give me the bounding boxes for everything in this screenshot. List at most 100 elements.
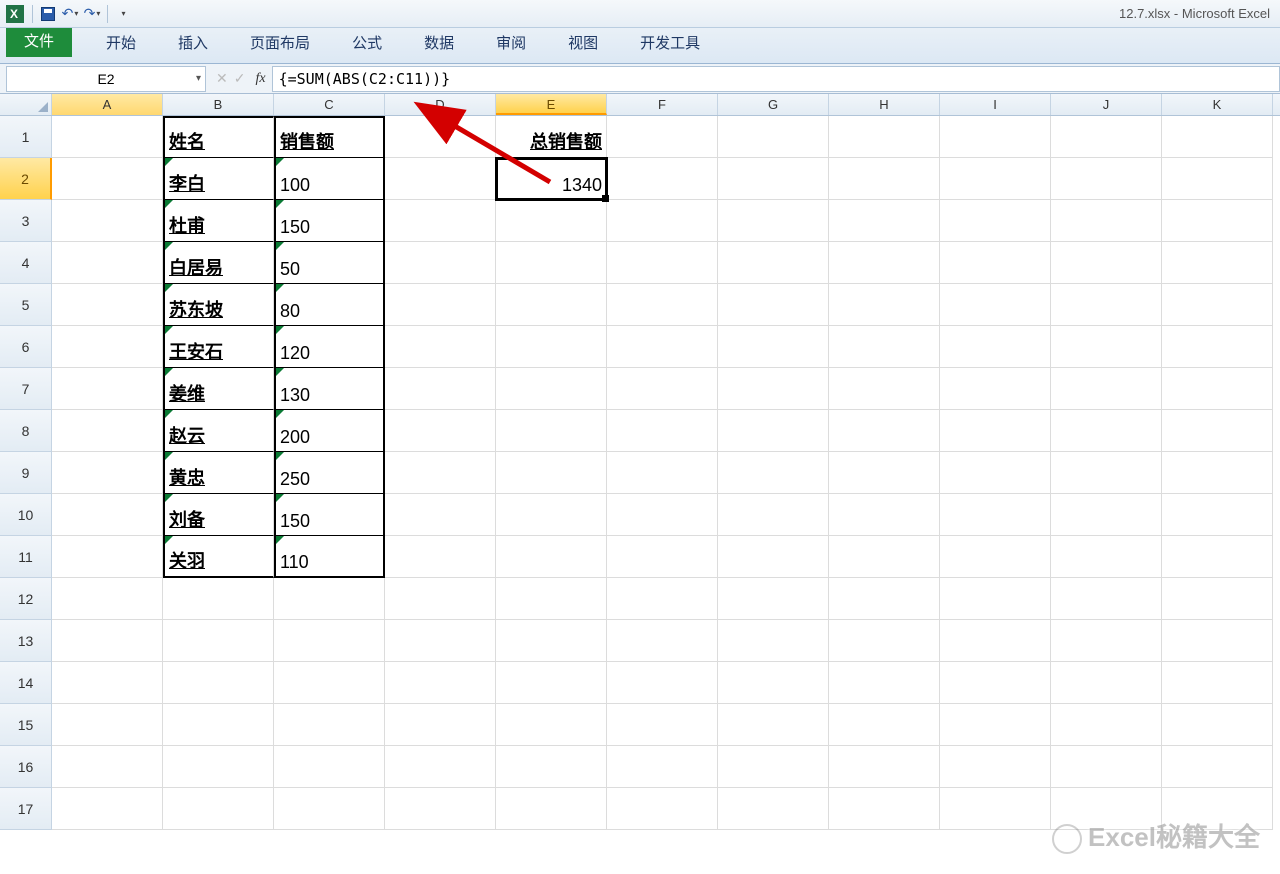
cell[interactable]: 王安石 xyxy=(163,326,274,368)
cell[interactable] xyxy=(52,242,163,284)
cell[interactable] xyxy=(1162,326,1273,368)
cell[interactable] xyxy=(829,242,940,284)
cell[interactable]: 1340 xyxy=(496,158,607,200)
cell[interactable] xyxy=(52,536,163,578)
row-header[interactable]: 13 xyxy=(0,620,52,662)
cell[interactable] xyxy=(718,536,829,578)
cell[interactable] xyxy=(607,158,718,200)
cell[interactable] xyxy=(940,410,1051,452)
cell[interactable] xyxy=(829,494,940,536)
accept-formula-icon[interactable]: ✓ xyxy=(234,70,246,87)
tab-insert[interactable]: 插入 xyxy=(170,28,216,57)
row-header[interactable]: 12 xyxy=(0,578,52,620)
cell[interactable]: 250 xyxy=(274,452,385,494)
cell[interactable] xyxy=(1051,452,1162,494)
cell[interactable] xyxy=(829,284,940,326)
cell[interactable] xyxy=(274,578,385,620)
cell[interactable] xyxy=(52,452,163,494)
cell[interactable] xyxy=(718,200,829,242)
cell[interactable] xyxy=(1162,116,1273,158)
cell[interactable] xyxy=(829,368,940,410)
cell[interactable] xyxy=(496,662,607,704)
col-header-B[interactable]: B xyxy=(163,94,274,115)
cell[interactable] xyxy=(274,746,385,788)
cell[interactable] xyxy=(1051,704,1162,746)
row-header[interactable]: 3 xyxy=(0,200,52,242)
cell[interactable] xyxy=(718,242,829,284)
cell[interactable] xyxy=(718,116,829,158)
cell[interactable] xyxy=(829,746,940,788)
cell[interactable] xyxy=(829,200,940,242)
cell[interactable] xyxy=(52,578,163,620)
cell[interactable] xyxy=(829,116,940,158)
cell[interactable] xyxy=(496,242,607,284)
cell[interactable] xyxy=(496,452,607,494)
cell[interactable] xyxy=(607,116,718,158)
cell[interactable] xyxy=(52,662,163,704)
row-header[interactable]: 2 xyxy=(0,158,52,200)
cell[interactable] xyxy=(1162,746,1273,788)
cell[interactable] xyxy=(52,620,163,662)
cell[interactable] xyxy=(829,536,940,578)
cell[interactable]: 关羽 xyxy=(163,536,274,578)
cell[interactable] xyxy=(940,326,1051,368)
cell[interactable] xyxy=(940,242,1051,284)
cell[interactable] xyxy=(940,704,1051,746)
cell[interactable] xyxy=(829,788,940,830)
cell[interactable]: 50 xyxy=(274,242,385,284)
cell[interactable] xyxy=(940,578,1051,620)
tab-developer[interactable]: 开发工具 xyxy=(632,28,708,57)
cell[interactable] xyxy=(1051,494,1162,536)
redo-button[interactable]: ↷▾ xyxy=(81,3,103,25)
cell[interactable] xyxy=(1051,662,1162,704)
cell[interactable] xyxy=(607,620,718,662)
cell[interactable] xyxy=(829,578,940,620)
cell[interactable] xyxy=(607,410,718,452)
formula-input[interactable]: {=SUM(ABS(C2:C11))} xyxy=(272,66,1280,92)
cell[interactable] xyxy=(607,788,718,830)
cell[interactable]: 总销售额 xyxy=(496,116,607,158)
cell[interactable] xyxy=(607,200,718,242)
cell[interactable] xyxy=(718,704,829,746)
cell[interactable] xyxy=(1162,242,1273,284)
cell[interactable] xyxy=(496,536,607,578)
cell[interactable] xyxy=(718,326,829,368)
cell[interactable] xyxy=(718,410,829,452)
row-header[interactable]: 8 xyxy=(0,410,52,452)
cell[interactable] xyxy=(607,284,718,326)
cell[interactable]: 110 xyxy=(274,536,385,578)
cell[interactable] xyxy=(940,746,1051,788)
cell[interactable] xyxy=(1051,368,1162,410)
cell[interactable] xyxy=(52,788,163,830)
cell[interactable]: 姜维 xyxy=(163,368,274,410)
cell[interactable] xyxy=(829,662,940,704)
cell[interactable] xyxy=(1051,410,1162,452)
cell[interactable] xyxy=(274,620,385,662)
cell[interactable]: 李白 xyxy=(163,158,274,200)
qat-customize[interactable]: ▾ xyxy=(112,3,134,25)
cell[interactable] xyxy=(607,662,718,704)
cell[interactable] xyxy=(1162,494,1273,536)
cell[interactable] xyxy=(52,746,163,788)
cell[interactable] xyxy=(496,704,607,746)
cell[interactable] xyxy=(52,410,163,452)
cell[interactable] xyxy=(1051,116,1162,158)
cell[interactable] xyxy=(1051,578,1162,620)
cell[interactable] xyxy=(940,494,1051,536)
cell[interactable] xyxy=(496,494,607,536)
cell[interactable] xyxy=(1162,704,1273,746)
cell[interactable] xyxy=(718,494,829,536)
cell[interactable] xyxy=(274,788,385,830)
cell[interactable]: 150 xyxy=(274,200,385,242)
cell[interactable] xyxy=(163,746,274,788)
cell[interactable] xyxy=(496,410,607,452)
cell[interactable] xyxy=(385,116,496,158)
cell[interactable] xyxy=(940,452,1051,494)
cell[interactable] xyxy=(607,704,718,746)
cell[interactable] xyxy=(274,662,385,704)
col-header-K[interactable]: K xyxy=(1162,94,1273,115)
tab-review[interactable]: 审阅 xyxy=(488,28,534,57)
row-header[interactable]: 14 xyxy=(0,662,52,704)
cell[interactable] xyxy=(940,158,1051,200)
cell[interactable] xyxy=(940,788,1051,830)
